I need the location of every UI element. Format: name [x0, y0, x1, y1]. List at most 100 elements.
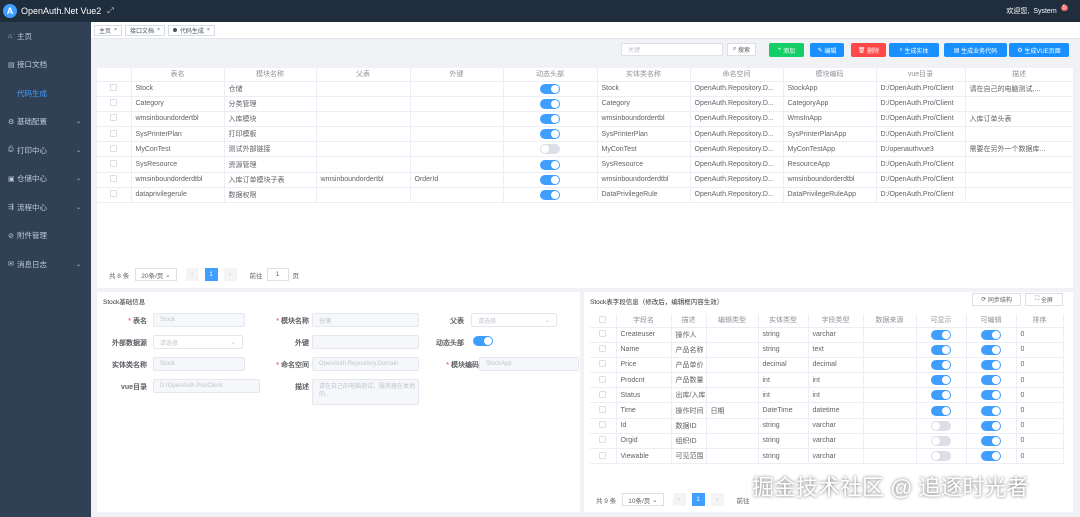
table-row[interactable]: Category 分类管理 Category OpenAuth.Repository.… — [97, 96, 1074, 112]
action-button-3[interactable]: ⌕ 生成实体 — [889, 43, 939, 57]
editable-switch[interactable] — [981, 329, 1001, 340]
column-header[interactable]: vue目录 — [876, 68, 966, 82]
column-header[interactable]: 描述 — [965, 68, 1074, 82]
column-header[interactable]: 描述 — [671, 314, 707, 328]
editable-switch[interactable] — [981, 359, 1001, 370]
dynamic-header-switch[interactable] — [540, 83, 560, 94]
dynamic-header-switch[interactable] — [540, 129, 560, 140]
column-header[interactable]: 可显示 — [916, 314, 967, 328]
table-row[interactable]: Stock 仓储 Stock OpenAuth.Repository.D... Stoc… — [97, 81, 1074, 97]
column-header[interactable]: 数据来源 — [863, 314, 917, 328]
visible-switch[interactable] — [931, 375, 951, 386]
sidebar-item-8[interactable]: ✉ 消息日志 ⌄ — [0, 250, 91, 279]
column-header[interactable]: 可编辑 — [966, 314, 1017, 328]
table-row[interactable]: Createuser 操作人 string varchar 0 — [590, 327, 1064, 343]
column-header[interactable]: 命名空间 — [690, 68, 784, 82]
table-row[interactable]: wmsinboundorderdtbl 入库订单模块子表 wmsinboundord… — [97, 172, 1074, 188]
row-checkbox[interactable] — [110, 129, 118, 137]
keyword-input[interactable]: 关键 — [621, 43, 723, 56]
prev-page-button[interactable]: ‹ — [185, 268, 199, 281]
sync-structure-button[interactable]: ⟳ 同步结构 — [972, 293, 1021, 306]
row-checkbox[interactable] — [599, 406, 607, 414]
visible-switch[interactable] — [931, 390, 951, 401]
parent-table-select[interactable]: 请选择 ⌄ — [471, 313, 557, 327]
table-row[interactable]: Id 数据ID string varchar 0 — [590, 418, 1064, 434]
row-checkbox[interactable] — [110, 160, 118, 168]
column-header[interactable]: 动态头部 — [503, 68, 598, 82]
column-header[interactable]: 模块名称 — [224, 68, 317, 82]
column-header[interactable]: 排序 — [1016, 314, 1064, 328]
vue-dir-input[interactable]: D:/OpenAuth.Pro/Client — [153, 379, 260, 393]
table-row[interactable]: SysResource 资源管理 SysResource OpenAuth.Repos… — [97, 156, 1074, 173]
description-textarea[interactable]: 请在自己的电脑测试，服务器在本地的... — [312, 379, 419, 405]
action-button-5[interactable]: ⚙ 生成VUE页面 — [1009, 43, 1069, 57]
row-checkbox[interactable] — [599, 451, 607, 459]
action-button-2[interactable]: 🗑 删除 — [851, 43, 886, 57]
sidebar-item-4[interactable]: ⎙ 打印中心 ⌄ — [0, 136, 91, 165]
table-row[interactable]: Viewable 可见范围 string varchar 0 — [590, 448, 1064, 465]
sidebar-item-0[interactable]: ⌂ 主页 — [0, 22, 91, 51]
foreign-key-input[interactable] — [312, 335, 419, 349]
fullscreen-button[interactable]: ⛶ 全屏 — [1025, 293, 1063, 306]
column-header[interactable]: 实体类名称 — [597, 68, 691, 82]
row-checkbox[interactable] — [599, 436, 607, 444]
entity-name-input[interactable]: Stock — [153, 357, 245, 371]
visible-switch[interactable] — [931, 420, 951, 431]
editable-switch[interactable] — [981, 375, 1001, 386]
sidebar-item-1[interactable]: ▤ 接口文档 — [0, 51, 91, 80]
row-checkbox[interactable] — [599, 330, 607, 338]
table-row[interactable]: wmsinboundordertbl 入库模块 wmsinboundordertbl… — [97, 111, 1074, 128]
ext-source-select[interactable]: 请选择 ⌄ — [153, 335, 243, 349]
row-checkbox[interactable] — [599, 360, 607, 368]
visible-switch[interactable] — [931, 405, 951, 416]
pin-icon[interactable]: ⤢ — [107, 6, 113, 16]
dynamic-header-switch[interactable] — [540, 159, 560, 170]
action-button-4[interactable]: ▤ 生成业务代码 — [944, 43, 1007, 57]
action-button-0[interactable]: + 添加 — [769, 43, 804, 57]
select-all-checkbox[interactable] — [599, 315, 607, 323]
row-checkbox[interactable] — [110, 190, 118, 198]
column-header[interactable]: 父表 — [316, 68, 411, 82]
table-name-input[interactable]: Stock — [153, 313, 245, 327]
row-checkbox[interactable] — [110, 84, 118, 92]
user-name[interactable]: System — [1033, 8, 1056, 15]
editable-switch[interactable] — [981, 420, 1001, 431]
fields-page-number[interactable]: 1 — [691, 493, 705, 506]
column-header[interactable]: 表名 — [131, 68, 225, 82]
column-header[interactable]: 外键 — [410, 68, 504, 82]
dynamic-header-switch[interactable] — [540, 174, 560, 185]
visible-switch[interactable] — [931, 359, 951, 370]
column-header[interactable]: 字段名 — [616, 314, 672, 328]
search-button[interactable]: ⌕ 搜索 — [727, 43, 756, 56]
table-row[interactable]: Orgid 组织ID string varchar 0 — [590, 433, 1064, 450]
dynamic-header-switch[interactable] — [473, 336, 493, 346]
row-checkbox[interactable] — [110, 114, 118, 122]
row-checkbox[interactable] — [599, 390, 607, 398]
close-icon[interactable]: × — [207, 27, 210, 33]
fields-prev-page-button[interactable]: ‹ — [672, 493, 686, 506]
table-row[interactable]: Time 操作时间 日期 DateTime datetime 0 — [590, 402, 1064, 419]
row-checkbox[interactable] — [599, 421, 607, 429]
tag-2[interactable]: 代码生成 × — [167, 24, 215, 36]
table-row[interactable]: MyConTest 测试外部链接 MyConTest OpenAuth.Reposit… — [97, 141, 1074, 158]
table-row[interactable]: Status 出库/入库 int int 0 — [590, 387, 1064, 404]
dynamic-header-switch[interactable] — [540, 144, 560, 155]
module-name-input[interactable]: 仓储 — [312, 313, 419, 327]
sidebar-item-6[interactable]: ⇶ 流程中心 ⌄ — [0, 193, 91, 222]
row-checkbox[interactable] — [599, 345, 607, 353]
column-header[interactable]: 实体类型 — [758, 314, 809, 328]
fields-page-size-select[interactable]: 10条/页 ⌄ — [622, 493, 664, 506]
action-button-1[interactable]: ✎ 编辑 — [810, 43, 844, 57]
row-checkbox[interactable] — [110, 144, 118, 152]
sidebar-item-7[interactable]: ⊘ 附件管理 — [0, 222, 91, 251]
dynamic-header-switch[interactable] — [540, 98, 560, 109]
visible-switch[interactable] — [931, 329, 951, 340]
next-page-button[interactable]: › — [223, 268, 237, 281]
column-header[interactable]: 字段类型 — [808, 314, 864, 328]
visible-switch[interactable] — [931, 451, 951, 462]
notification-badge[interactable]: 5 — [1060, 5, 1068, 11]
editable-switch[interactable] — [981, 405, 1001, 416]
tag-1[interactable]: 接口文档 × — [124, 24, 165, 36]
visible-switch[interactable] — [931, 344, 951, 355]
module-code-input[interactable]: StockApp — [479, 357, 579, 371]
